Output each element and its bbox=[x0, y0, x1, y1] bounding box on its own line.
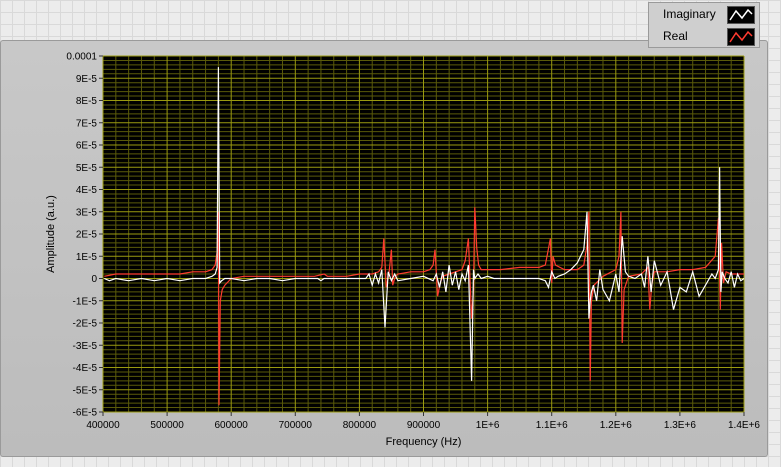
x-tick-label: 800000 bbox=[343, 420, 377, 431]
x-tick-label: 1.4E+6 bbox=[728, 420, 760, 431]
y-tick-label: 5E-5 bbox=[76, 163, 98, 174]
y-tick-label: -3E-5 bbox=[73, 341, 98, 352]
y-tick-label: 0.0001 bbox=[66, 52, 97, 63]
y-tick-label: 8E-5 bbox=[76, 96, 98, 107]
x-tick-label: 500000 bbox=[150, 420, 184, 431]
x-tick-label: 1E+6 bbox=[476, 420, 500, 431]
y-tick-label: -6E-5 bbox=[73, 408, 98, 419]
y-tick-label: 3E-5 bbox=[76, 207, 98, 218]
y-tick-label: 0 bbox=[91, 274, 97, 285]
x-tick-label: 1.1E+6 bbox=[536, 420, 568, 431]
x-tick-label: 1.2E+6 bbox=[600, 420, 632, 431]
chart-canvas: -6E-5 -5E-5 -4E-5 -3E-5 -2E-5 -1E-5 0 1E-5 2E-5 3… bbox=[45, 52, 760, 449]
x-tick-label: 900000 bbox=[407, 420, 441, 431]
y-tick-label: 7E-5 bbox=[76, 118, 98, 129]
x-tick-label: 400000 bbox=[86, 420, 120, 431]
y-tick-label: -1E-5 bbox=[73, 296, 98, 307]
y-tick-label: 9E-5 bbox=[76, 74, 98, 85]
x-axis-ticks: 400000 500000 600000 700000 800000 900000 1E+6… bbox=[86, 412, 760, 431]
y-axis-label: Amplitude (a.u.) bbox=[45, 195, 57, 273]
y-axis-ticks: -6E-5 -5E-5 -4E-5 -3E-5 -2E-5 -1E-5 0 1E-5 2E-5 3… bbox=[66, 52, 103, 419]
y-tick-label: -4E-5 bbox=[73, 363, 98, 374]
x-tick-label: 600000 bbox=[215, 420, 249, 431]
y-tick-label: -5E-5 bbox=[73, 385, 98, 396]
y-tick-label: 4E-5 bbox=[76, 185, 98, 196]
x-tick-label: 1.3E+6 bbox=[664, 420, 696, 431]
y-tick-label: -2E-5 bbox=[73, 319, 98, 330]
y-tick-label: 6E-5 bbox=[76, 141, 98, 152]
x-axis-label: Frequency (Hz) bbox=[386, 436, 462, 448]
y-tick-label: 1E-5 bbox=[76, 252, 98, 263]
y-tick-label: 2E-5 bbox=[76, 230, 98, 241]
x-tick-label: 700000 bbox=[279, 420, 313, 431]
